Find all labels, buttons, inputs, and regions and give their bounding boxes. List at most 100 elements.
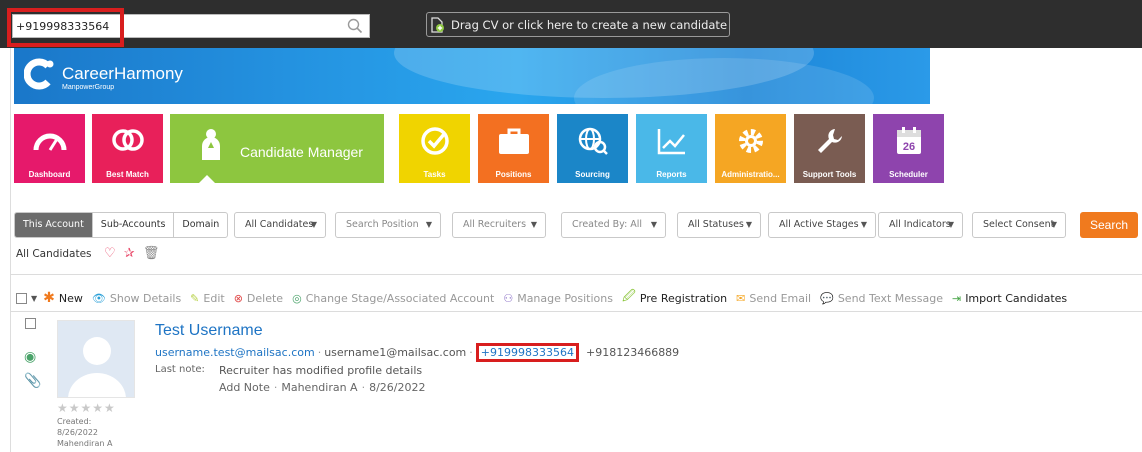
tile-administration[interactable]: Administratio... [715,114,786,183]
left-border [10,48,11,452]
search-icon[interactable] [347,18,363,34]
scope-sub-accounts[interactable]: Sub-Accounts [93,213,175,237]
note-date: 8/26/2022 [369,381,426,394]
calendar-icon: 26 [896,127,921,154]
statuses-filter-dropdown[interactable]: All Statuses ▼ [677,212,761,238]
delete-button[interactable]: ⊗ Delete [234,292,283,305]
note-meta: Add Note · Mahendiran A · 8/26/2022 [219,381,426,394]
candidate-email-secondary[interactable]: username1@mailsac.com [324,346,466,359]
tile-label: Reports [656,170,687,179]
brand-banner: CareerHarmony ManpowerGroup [14,48,930,104]
eye-icon: 👁 [91,291,106,305]
last-note-label: Last note: [155,364,205,375]
separator: · [361,381,366,394]
select-all-control[interactable]: ▼ [16,292,37,304]
recruiters-filter-dropdown[interactable]: All Recruiters ▼ [452,212,546,238]
tile-candidate-manager[interactable]: Candidate Manager [170,114,384,184]
dropdown-value: All Recruiters [463,219,527,230]
note-author: Mahendiran A [281,381,358,394]
filter-bar: This Account Sub-Accounts Domain All Can… [14,212,1138,238]
send-email-label: Send Email [749,291,812,305]
stage-icon[interactable]: ◉ [24,349,36,365]
send-text-button[interactable]: 💬 Send Text Message [820,292,943,305]
show-details-button[interactable]: 👁 Show Details [92,292,181,305]
caret-down-icon[interactable]: ▼ [31,294,37,303]
check-circle-icon [420,127,449,155]
separator: · [317,346,322,359]
pencil-icon: ✎ [190,291,200,305]
tile-sourcing[interactable]: Sourcing [557,114,628,183]
tile-tasks[interactable]: Tasks [399,114,470,183]
search-button[interactable]: Search [1080,212,1138,238]
caret-down-icon: ▼ [860,220,867,229]
line-chart-icon [657,129,685,155]
search-highlight-box [7,8,124,47]
dropdown-value: All Indicators [889,219,951,230]
manage-positions-button[interactable]: ⚇ Manage Positions [503,292,613,305]
candidate-phone-primary[interactable]: +919998333564 [475,343,579,362]
pre-registration-label: Pre Registration [639,291,728,305]
pre-registration-button[interactable]: 🖉 Pre Registration [622,287,727,309]
candidate-email-primary[interactable]: username.test@mailsac.com [155,346,315,359]
change-stage-button[interactable]: ◎ Change Stage/Associated Account [292,292,494,305]
speedometer-icon [33,133,66,151]
action-toolbar: ▼ ✱ New 👁 Show Details ✎ Edit ⊗ Delete ◎ Chan… [16,289,1067,307]
active-stages-filter-dropdown[interactable]: All Active Stages ▼ [768,212,876,238]
heart-icon[interactable]: ♡ [104,246,116,261]
tile-scheduler[interactable]: 26 Scheduler [873,114,944,183]
candidate-contacts: username.test@mailsac.com · username1@mail… [155,343,679,362]
dropdown-value: Created By: All [572,219,643,230]
paperclip-icon[interactable]: 📎 [24,373,41,389]
edit-document-icon: 🖉 [621,289,636,304]
caret-down-icon: ▼ [530,220,537,229]
dropdown-value: All Statuses [688,219,744,230]
scope-this-account[interactable]: This Account [15,213,93,237]
position-search-dropdown[interactable]: Search Position ▼ [335,212,441,238]
tile-support-tools[interactable]: Support Tools [794,114,865,183]
tile-reports[interactable]: Reports [636,114,707,183]
saved-view-label: All Candidates [16,248,92,260]
tile-dashboard[interactable]: Dashboard [14,114,85,183]
stage-icon: ◎ [292,291,302,305]
chat-icon: 💬 [820,291,834,305]
select-all-checkbox[interactable] [16,292,27,304]
new-label: New [58,291,83,305]
globe-search-icon [578,127,608,155]
created-by-filter-dropdown[interactable]: Created By: All ▼ [561,212,666,238]
candidate-phone-secondary[interactable]: +918123466889 [586,346,679,359]
import-label: Import Candidates [965,291,1068,305]
candidate-checkbox[interactable] [25,318,36,329]
new-button[interactable]: ✱ New [43,290,83,306]
avatar-placeholder-icon [68,337,126,397]
caret-down-icon: ▼ [947,220,954,229]
tile-best-match[interactable]: Best Match [92,114,163,183]
candidate-name[interactable]: Test Username [155,322,263,340]
caret-down-icon: ▼ [1050,220,1057,229]
tile-label: Administratio... [721,170,780,179]
candidates-filter-dropdown[interactable]: All Candidates ▼ [234,212,326,238]
tile-label: Support Tools [802,170,857,179]
caret-down-icon: ▼ [310,220,317,229]
rating-stars[interactable]: ★★★★★ [57,401,116,415]
gear-icon [738,129,763,153]
tile-positions[interactable]: Positions [478,114,549,183]
send-email-button[interactable]: ✉ Send Email [736,292,811,305]
active-tile-indicator [198,175,216,184]
users-icon: ⚇ [503,291,514,305]
dropdown-value: All Candidates [245,219,314,230]
trash-icon[interactable]: 🗑 [143,246,160,261]
consent-filter-dropdown[interactable]: Select Consent ▼ [972,212,1066,238]
change-stage-label: Change Stage/Associated Account [305,291,495,305]
person-icon [202,129,220,160]
avatar[interactable] [57,320,135,398]
edit-button[interactable]: ✎ Edit [190,292,225,305]
tile-label: Best Match [106,170,149,179]
import-candidates-button[interactable]: ⇥ Import Candidates [952,292,1067,305]
pin-icon[interactable]: ✰ [124,246,135,261]
careerharmony-logo-icon [24,58,54,90]
scope-domain[interactable]: Domain [174,213,227,237]
indicators-filter-dropdown[interactable]: All Indicators ▼ [878,212,963,238]
add-note-link[interactable]: Add Note [219,381,270,394]
show-details-label: Show Details [109,291,182,305]
create-candidate-button[interactable]: Drag CV or click here to create a new ca… [426,12,730,37]
